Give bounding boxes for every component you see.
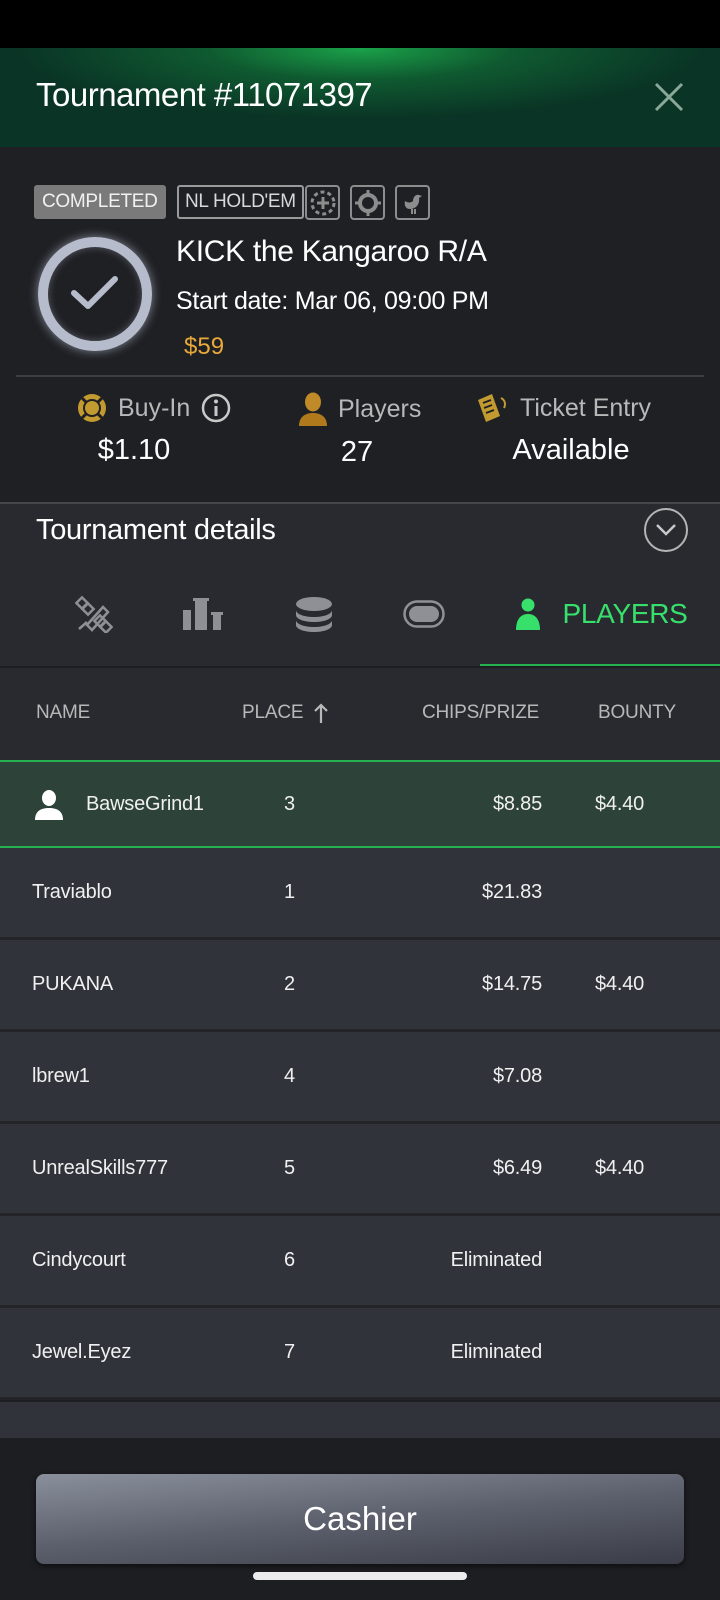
player-name: lbrew1	[32, 1065, 90, 1087]
stat-buyin: Buy-In $1.10	[76, 392, 236, 467]
completed-status-indicator	[38, 237, 152, 351]
column-header-name[interactable]: NAME	[36, 702, 90, 724]
ticket-icon	[478, 394, 506, 422]
player-name: Cindycourt	[32, 1249, 126, 1271]
divider	[16, 375, 704, 377]
player-icon	[299, 392, 327, 426]
tournament-name: KICK the Kangaroo R/A	[176, 235, 487, 268]
sort-ascending-icon	[314, 703, 329, 723]
close-button[interactable]	[652, 80, 686, 114]
table-row[interactable]: Traviablo 1 $21.83	[0, 848, 720, 940]
stat-ticket-entry: Ticket Entry Available	[474, 392, 654, 467]
status-badge: COMPLETED	[34, 185, 166, 219]
column-header-place[interactable]: PLACE	[242, 702, 329, 724]
player-place: 3	[284, 792, 295, 815]
expand-button[interactable]	[644, 508, 688, 552]
players-table: BawseGrind1 3 $8.85 $4.40 Traviablo 1 $21.83 PU…	[0, 760, 720, 1400]
table-row[interactable]: Cindycourt 6 Eliminated	[0, 1216, 720, 1308]
player-name: BawseGrind1	[86, 792, 204, 815]
tournament-info: COMPLETED NL HOLD'EM KICK the Kangaroo R…	[0, 147, 720, 502]
stat-value: 27	[340, 436, 374, 468]
home-indicator[interactable]	[253, 1572, 467, 1580]
start-date: Start date: Mar 06, 09:00 PM	[176, 287, 489, 315]
podium-icon	[183, 598, 223, 630]
player-bounty: $4.40	[595, 792, 645, 815]
player-name: Jewel.Eyez	[32, 1341, 132, 1363]
player-name: Traviablo	[32, 881, 112, 903]
prize-pool: $59	[184, 333, 225, 360]
table-row-current-player[interactable]: BawseGrind1 3 $8.85 $4.40	[0, 760, 720, 848]
satellite-icon	[75, 595, 113, 633]
cashier-button[interactable]: Cashier	[36, 1474, 684, 1564]
player-name: PUKANA	[32, 973, 114, 995]
chips-stack-icon	[296, 597, 332, 632]
details-tabs: PLAYERS	[0, 564, 720, 668]
stat-label: Ticket Entry	[520, 393, 652, 422]
info-icon[interactable]	[200, 392, 232, 424]
close-icon	[654, 82, 684, 112]
chevron-down-icon	[656, 524, 676, 536]
current-player-icon	[35, 790, 63, 820]
stat-label: Buy-In	[118, 393, 191, 422]
table-icon	[403, 600, 445, 628]
stat-value: Available	[512, 434, 630, 466]
tab-blinds[interactable]	[274, 564, 354, 664]
tab-players[interactable]: PLAYERS	[480, 564, 720, 664]
table-row	[0, 1402, 720, 1438]
table-row[interactable]: lbrew1 4 $7.08	[0, 1032, 720, 1124]
player-prize: $7.08	[492, 1065, 542, 1087]
player-prize: Eliminated	[450, 1249, 543, 1271]
tab-satellites[interactable]	[54, 564, 134, 664]
player-prize: $6.49	[492, 1157, 542, 1179]
stat-value: $1.10	[97, 434, 171, 466]
player-prize: $21.83	[482, 881, 542, 903]
column-label: PLACE	[242, 702, 304, 723]
tournament-details-section: Tournament details PLAYERS	[0, 502, 720, 668]
player-name: UnrealSkills777	[32, 1157, 168, 1179]
player-icon	[515, 598, 540, 630]
column-header-bounty[interactable]: BOUNTY	[598, 702, 676, 724]
table-row[interactable]: UnrealSkills777 5 $6.49 $4.40	[0, 1124, 720, 1216]
tab-payouts[interactable]	[164, 564, 244, 664]
column-header-chips-prize[interactable]: CHIPS/PRIZE	[422, 702, 539, 724]
player-place: 7	[284, 1341, 295, 1363]
player-place: 5	[284, 1157, 295, 1179]
page-title: Tournament #11071397	[36, 76, 373, 113]
section-title: Tournament details	[36, 514, 276, 546]
bird-icon	[395, 185, 430, 220]
table-row[interactable]: PUKANA 2 $14.75 $4.40	[0, 940, 720, 1032]
stat-players: Players 27	[298, 392, 428, 469]
header: Tournament #11071397	[0, 48, 720, 147]
player-bounty: $4.40	[595, 1157, 645, 1179]
tab-tables[interactable]	[384, 564, 464, 664]
check-icon	[71, 276, 118, 309]
table-header: NAME PLACE CHIPS/PRIZE BOUNTY	[0, 666, 720, 760]
poker-chip-icon	[305, 185, 340, 220]
target-icon	[350, 185, 385, 220]
player-prize: Eliminated	[450, 1341, 543, 1363]
game-type-badge: NL HOLD'EM	[177, 185, 304, 219]
player-prize: $14.75	[482, 973, 542, 995]
player-place: 4	[284, 1065, 295, 1087]
table-row[interactable]: Jewel.Eyez 7 Eliminated	[0, 1308, 720, 1400]
status-bar	[0, 0, 720, 48]
player-place: 1	[284, 881, 295, 903]
tab-label: PLAYERS	[562, 598, 688, 629]
buyin-chip-icon	[78, 394, 106, 422]
player-prize: $8.85	[492, 792, 542, 815]
player-place: 6	[284, 1249, 295, 1271]
stat-label: Players	[338, 394, 422, 423]
player-bounty: $4.40	[595, 973, 645, 995]
player-place: 2	[284, 973, 295, 995]
